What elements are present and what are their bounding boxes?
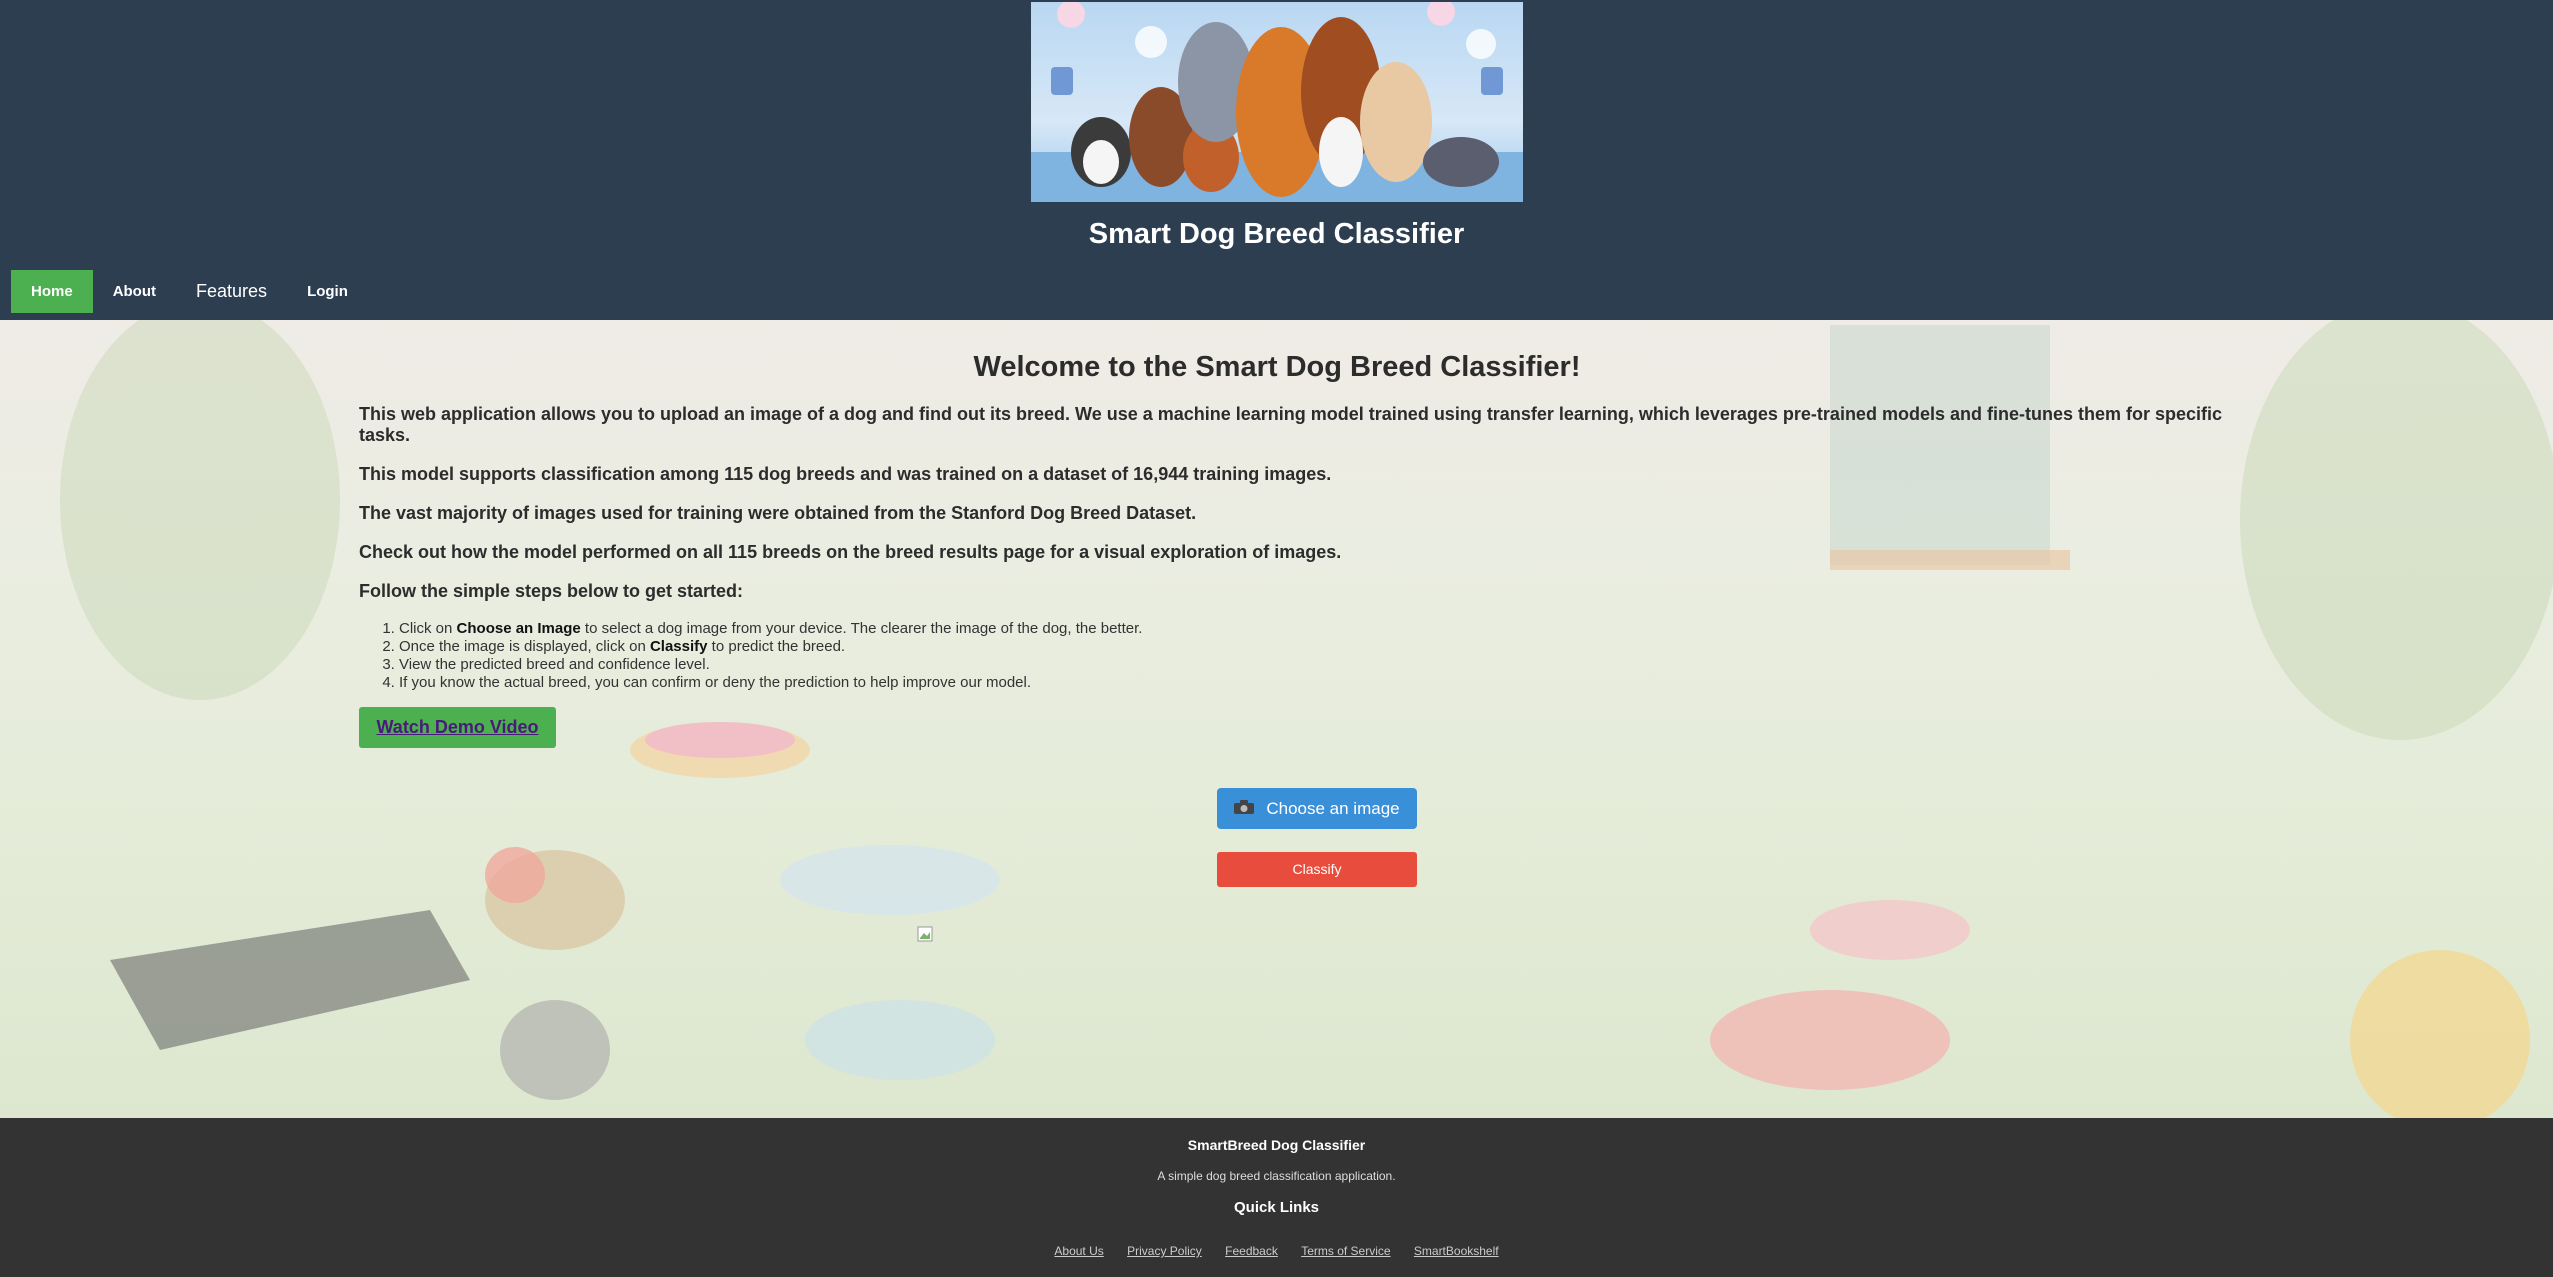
- model-paragraph: This model supports classification among…: [359, 464, 1332, 484]
- hero-image: [1031, 2, 1523, 202]
- nav-about[interactable]: About: [93, 270, 176, 313]
- step-item: View the predicted breed and confidence …: [399, 656, 2239, 674]
- footer-link-terms-of-service[interactable]: Terms of Service: [1301, 1244, 1390, 1258]
- intro-paragraph: This web application allows you to uploa…: [359, 404, 2222, 445]
- step-item: Once the image is displayed, click on Cl…: [399, 638, 2239, 656]
- welcome-heading: Welcome to the Smart Dog Breed Classifie…: [973, 351, 1581, 383]
- main-nav: Home About Features Login: [11, 270, 368, 313]
- footer-description: A simple dog breed classification applic…: [1157, 1169, 1396, 1183]
- step-item: If you know the actual breed, you can co…: [399, 674, 2239, 692]
- site-header: Smart Dog Breed Classifier Home About Fe…: [0, 0, 2553, 320]
- main-content: Welcome to the Smart Dog Breed Classifie…: [0, 320, 2553, 1118]
- footer-links: About Us Privacy Policy Feedback Terms o…: [0, 1244, 2553, 1258]
- nav-login[interactable]: Login: [287, 270, 368, 313]
- steps-list: Click on Choose an Image to select a dog…: [359, 620, 2239, 692]
- choose-image-label: Choose an image: [1266, 798, 1400, 818]
- choose-image-button[interactable]: Choose an image: [1217, 788, 1417, 829]
- footer-title: SmartBreed Dog Classifier: [1187, 1137, 1366, 1153]
- steps-heading: Follow the simple steps below to get sta…: [359, 581, 744, 601]
- footer-link-privacy-policy[interactable]: Privacy Policy: [1127, 1244, 1202, 1258]
- step-item: Click on Choose an Image to select a dog…: [399, 620, 2239, 638]
- results-paragraph: Check out how the model performed on all…: [359, 542, 1342, 562]
- camera-icon: [1234, 799, 1255, 819]
- footer-link-feedback[interactable]: Feedback: [1225, 1244, 1278, 1258]
- footer-link-about-us[interactable]: About Us: [1054, 1244, 1103, 1258]
- classify-button[interactable]: Classify: [1217, 852, 1417, 887]
- broken-image-icon: [917, 926, 933, 942]
- nav-home[interactable]: Home: [11, 270, 93, 313]
- quick-links-heading: Quick Links: [1233, 1199, 1320, 1216]
- dataset-paragraph: The vast majority of images used for tra…: [359, 503, 1197, 523]
- footer-link-smartbookshelf[interactable]: SmartBookshelf: [1414, 1244, 1499, 1258]
- nav-features[interactable]: Features: [176, 270, 287, 313]
- intro-section: Welcome to the Smart Dog Breed Classifie…: [359, 320, 2239, 692]
- site-footer: SmartBreed Dog Classifier A simple dog b…: [0, 1118, 2553, 1277]
- watch-demo-button[interactable]: Watch Demo Video: [359, 707, 556, 748]
- site-title: Smart Dog Breed Classifier: [1088, 218, 1465, 250]
